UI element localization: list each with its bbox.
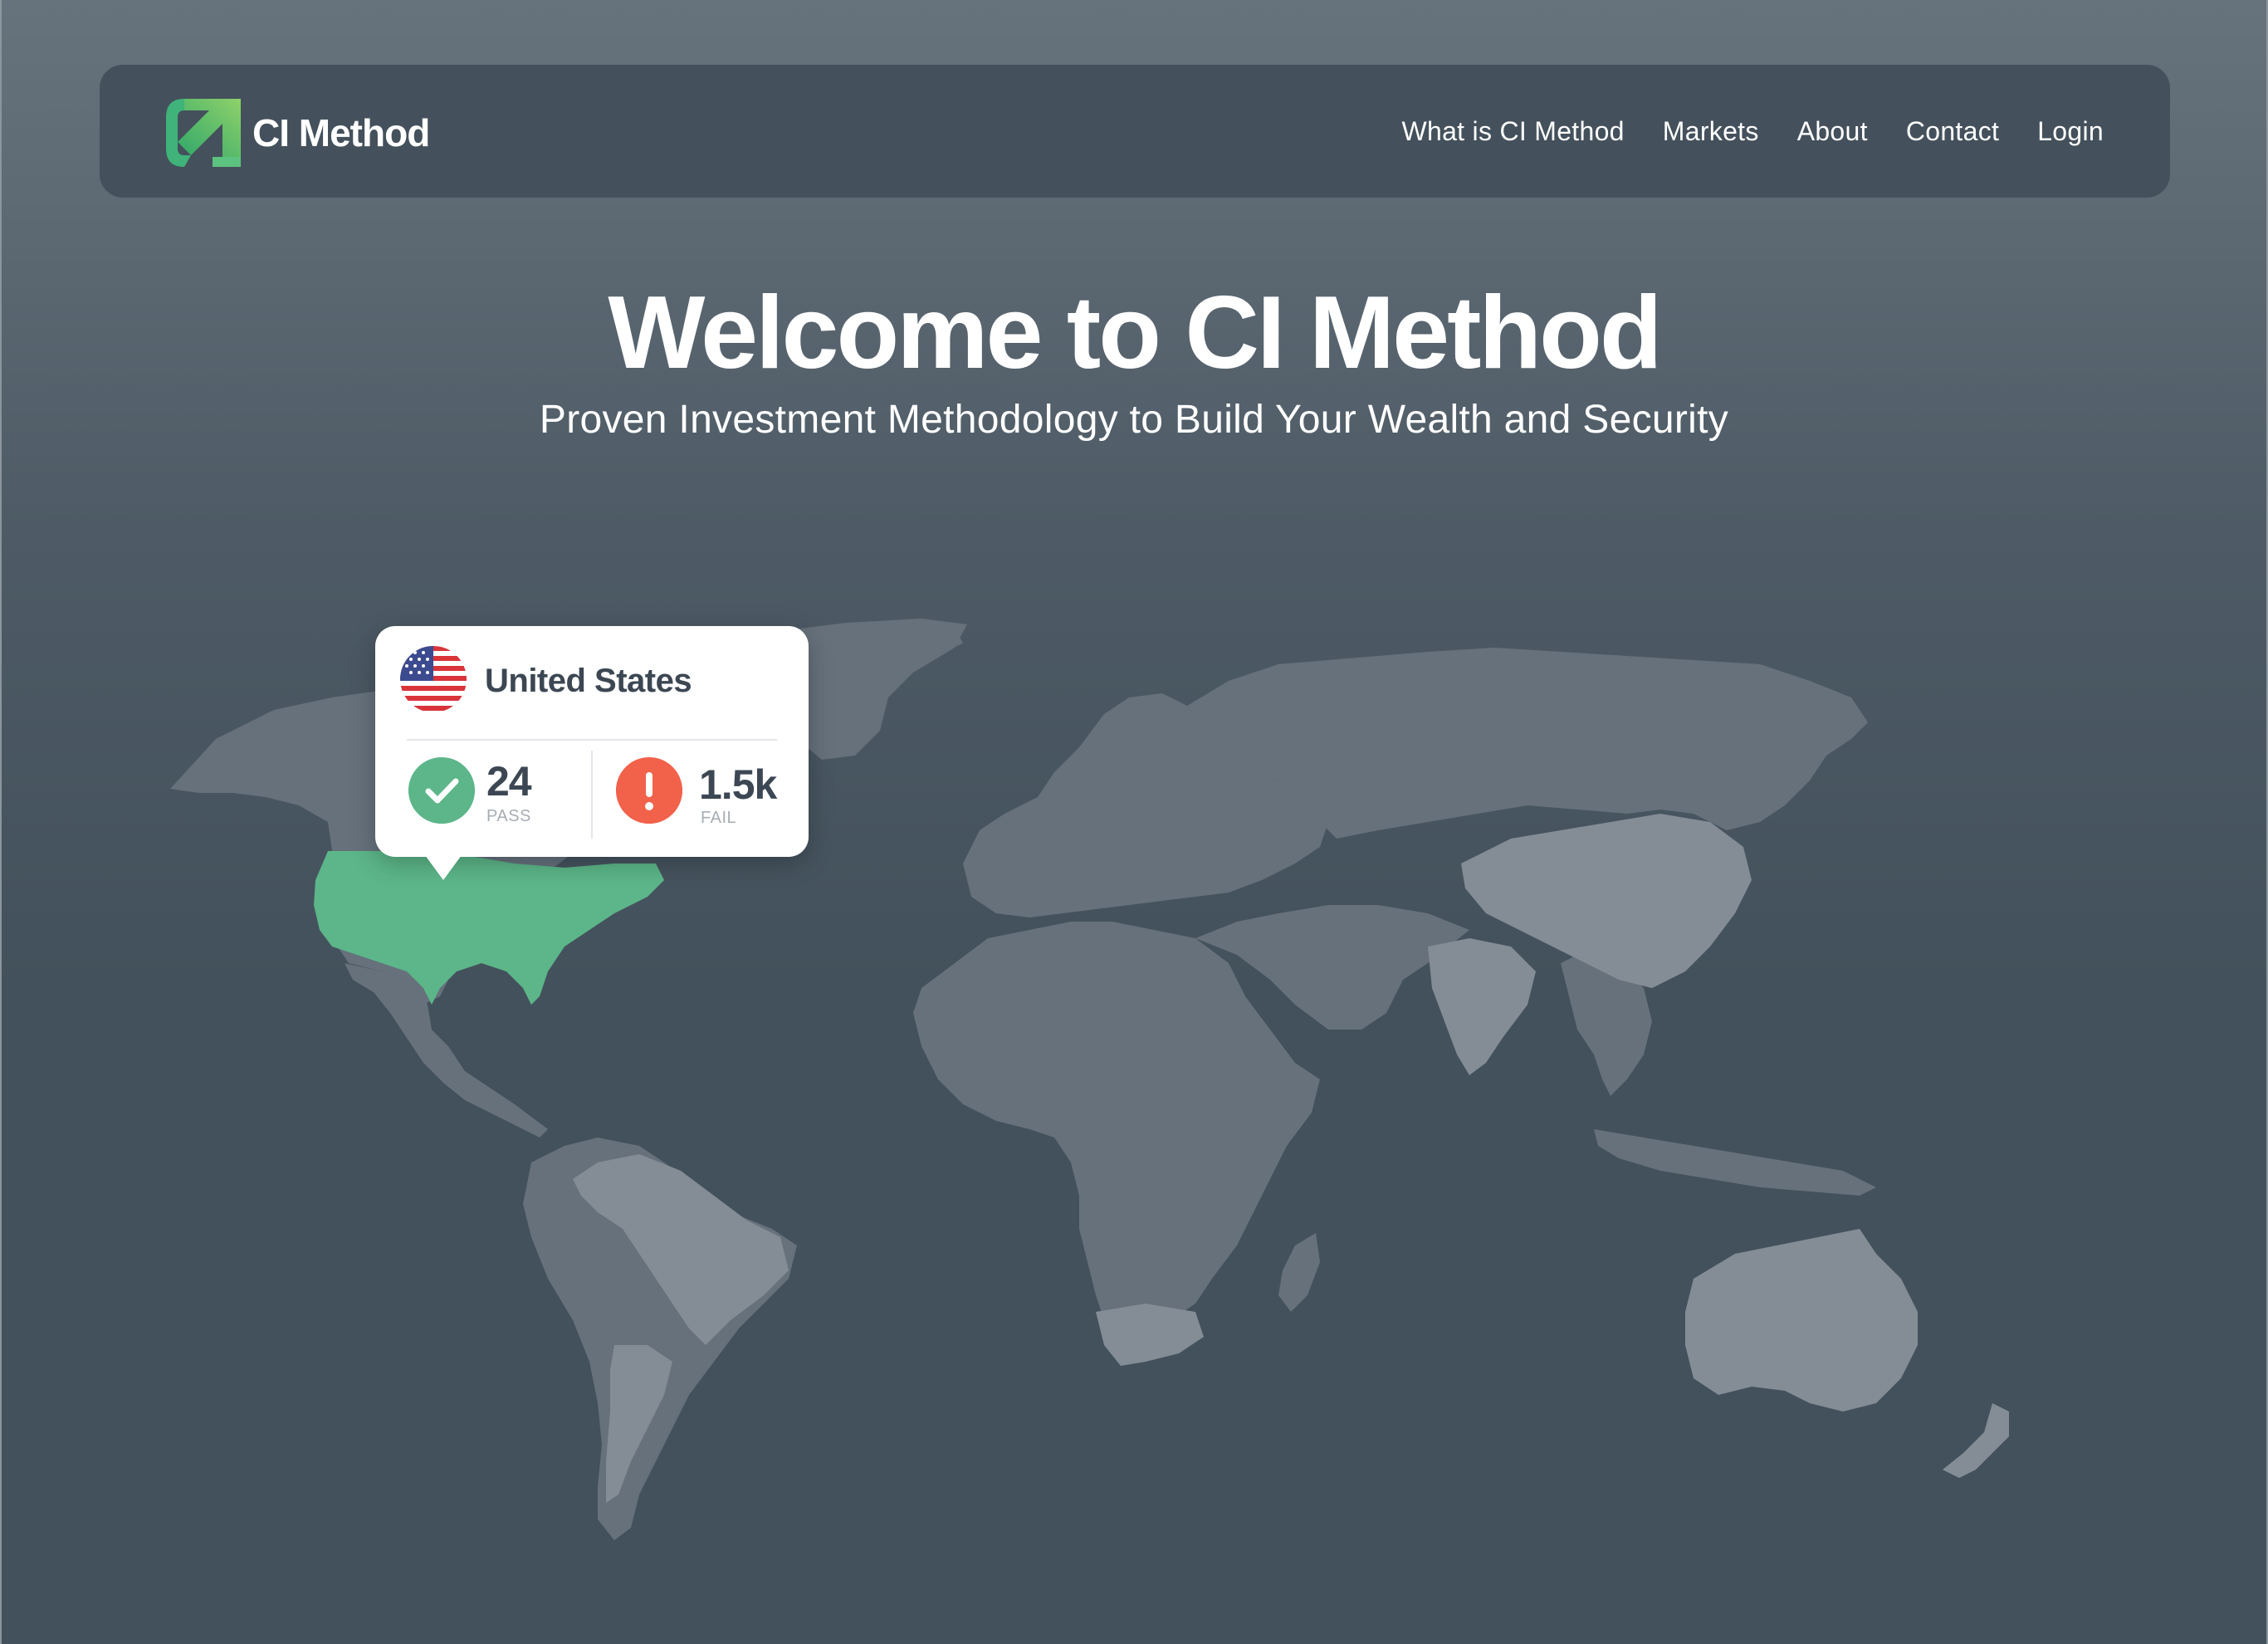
nav-link-contact[interactable]: Contact — [1906, 116, 1999, 147]
map-region-south-africa[interactable] — [1096, 1304, 1204, 1366]
map-region-madagascar[interactable] — [1278, 1233, 1320, 1312]
world-map — [170, 619, 2009, 1540]
fail-label: FAIL — [701, 809, 737, 827]
top-navbar: CI Method What is CI Method Markets Abou… — [100, 65, 2170, 198]
popup-pointer — [425, 855, 462, 880]
pass-count: 24 — [486, 758, 532, 805]
alert-icon — [616, 757, 682, 824]
map-region-central-america[interactable] — [345, 963, 548, 1138]
main-nav: What is CI Method Markets About Contact … — [1363, 65, 2104, 198]
nav-link-about[interactable]: About — [1797, 116, 1868, 147]
popup-country-name: United States — [485, 663, 692, 699]
brand-name: CI Method — [252, 111, 430, 154]
map-region-africa[interactable] — [913, 922, 1320, 1341]
nav-link-what-is[interactable]: What is CI Method — [1401, 116, 1624, 147]
check-icon — [408, 757, 475, 824]
popup-vertical-divider — [591, 751, 593, 839]
country-popup: United States 24 PASS 1.5k FAIL — [375, 626, 809, 880]
hero-title: Welcome to CI Method — [608, 276, 1662, 390]
popup-divider — [407, 739, 777, 741]
logo-arrow-icon — [166, 99, 241, 167]
map-region-indonesia[interactable] — [1594, 1129, 1876, 1196]
nav-link-markets[interactable]: Markets — [1663, 116, 1759, 147]
brand-link[interactable]: CI Method — [166, 99, 430, 167]
us-flag-icon — [400, 646, 467, 712]
map-region-new-zealand[interactable] — [1943, 1403, 2009, 1478]
pass-label: PASS — [486, 807, 531, 825]
fail-count: 1.5k — [699, 761, 777, 808]
map-region-australia[interactable] — [1685, 1229, 1918, 1412]
nav-link-login[interactable]: Login — [2037, 116, 2104, 147]
map-region-india[interactable] — [1428, 938, 1536, 1075]
hero-subtitle: Proven Investment Methodology to Build Y… — [539, 398, 1729, 442]
